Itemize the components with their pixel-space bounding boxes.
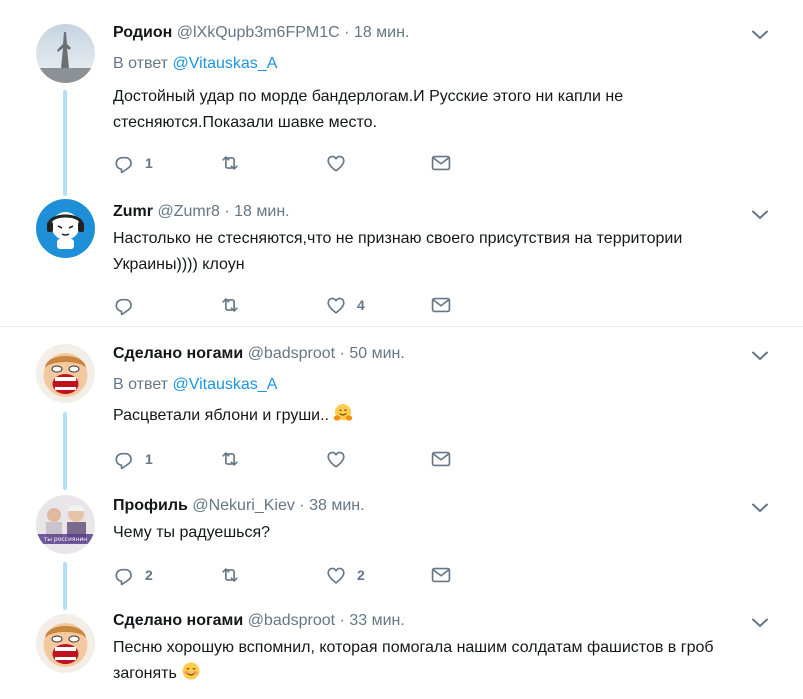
reply-icon <box>113 294 135 316</box>
author-name[interactable]: Zumr <box>113 203 153 220</box>
hugging-face-emoji <box>334 404 353 421</box>
timestamp[interactable]: 18 мин. <box>234 203 289 220</box>
timestamp[interactable]: 38 мин. <box>309 497 364 514</box>
tweet-text: Песню хорошую вспомнил, которая помогала… <box>113 639 714 682</box>
reply-context: В ответ @Vitauskas_A <box>113 54 277 74</box>
like-icon <box>325 564 347 586</box>
retweet-icon <box>219 564 241 586</box>
like-icon <box>325 294 347 316</box>
chevron-down-icon[interactable] <box>751 29 769 41</box>
reply-count: 1 <box>145 451 153 467</box>
author-name[interactable]: Профиль <box>113 497 188 514</box>
like-icon <box>325 448 347 470</box>
reply-prefix: В ответ <box>113 55 169 72</box>
reply-icon <box>113 448 135 470</box>
tweet[interactable]: Сделано ногами @badsproot · 50 мин. В от… <box>0 327 803 477</box>
avatar[interactable] <box>36 24 95 83</box>
reply-count: 1 <box>145 155 153 171</box>
smiling-face-emoji <box>182 662 200 680</box>
svg-text:ты россиянин: ты россиянин <box>44 536 88 543</box>
dm-icon <box>430 448 452 470</box>
tweet[interactable]: ты россиянин Профиль @Nekuri_Kiev · 38 м… <box>0 477 803 602</box>
reply-icon <box>113 564 135 586</box>
reply-icon <box>113 152 135 174</box>
tweet-actions: 2 2 <box>113 563 473 587</box>
like-count: 4 <box>357 297 365 313</box>
avatar[interactable] <box>36 199 95 258</box>
author-name[interactable]: Сделано ногами <box>113 345 243 362</box>
like-button[interactable]: 4 <box>325 293 365 317</box>
like-button[interactable] <box>325 447 357 471</box>
reply-button[interactable]: 2 <box>113 563 153 587</box>
author-name[interactable]: Сделано ногами <box>113 612 243 629</box>
retweet-button[interactable] <box>219 447 251 471</box>
dm-button[interactable] <box>430 563 452 587</box>
chevron-down-icon[interactable] <box>751 502 769 514</box>
author-name[interactable]: Родион <box>113 24 172 41</box>
tweet-actions: 1 <box>113 447 473 471</box>
reply-mention[interactable]: @Vitauskas_A <box>172 55 277 72</box>
reply-context: В ответ @Vitauskas_A <box>113 375 277 395</box>
tweet-text: Настолько не стесняются,что не признаю с… <box>113 230 683 273</box>
like-button[interactable]: 2 <box>325 563 365 587</box>
dm-icon <box>430 564 452 586</box>
avatar[interactable] <box>36 344 95 403</box>
timestamp[interactable]: 33 мин. <box>349 612 404 629</box>
chevron-down-icon[interactable] <box>751 617 769 629</box>
retweet-icon <box>219 152 241 174</box>
chevron-down-icon[interactable] <box>751 209 769 221</box>
tweet-actions: 1 <box>113 151 473 175</box>
like-icon <box>325 152 347 174</box>
tweet-text: Чему ты радуешься? <box>113 524 271 541</box>
dm-button[interactable] <box>430 293 452 317</box>
separator-dot: · <box>344 24 350 41</box>
author-handle[interactable]: @badsproot <box>248 345 335 362</box>
retweet-button[interactable] <box>219 293 251 317</box>
timestamp[interactable]: 18 мин. <box>354 24 409 41</box>
retweet-button[interactable] <box>219 563 251 587</box>
separator-dot: · <box>299 497 305 514</box>
tweet-actions: 4 <box>113 293 473 317</box>
like-button[interactable] <box>325 151 357 175</box>
author-handle[interactable]: @lXkQupb3m6FPM1C <box>177 24 340 41</box>
separator-dot: · <box>339 612 345 629</box>
reply-mention[interactable]: @Vitauskas_A <box>172 376 277 393</box>
tweet-text: Достойный удар по морде бандерлогам.И Ру… <box>113 88 624 131</box>
separator-dot: · <box>339 345 345 362</box>
reply-button[interactable]: 1 <box>113 151 153 175</box>
tweet[interactable]: Сделано ногами @badsproot · 33 мин. Песн… <box>0 602 803 699</box>
chevron-down-icon[interactable] <box>751 350 769 362</box>
author-handle[interactable]: @Nekuri_Kiev <box>192 497 295 514</box>
timestamp[interactable]: 50 мин. <box>349 345 404 362</box>
avatar[interactable] <box>36 614 95 673</box>
like-count: 2 <box>357 567 365 583</box>
dm-button[interactable] <box>430 151 452 175</box>
author-handle[interactable]: @badsproot <box>248 612 335 629</box>
tweet-text-container: Расцветали яблони и груши.. <box>113 403 768 429</box>
dm-icon <box>430 294 452 316</box>
author-handle[interactable]: @Zumr8 <box>157 203 219 220</box>
reply-prefix: В ответ <box>113 376 169 393</box>
tweet-text: Расцветали яблони и груши.. <box>113 407 329 424</box>
retweet-button[interactable] <box>219 151 251 175</box>
dm-icon <box>430 152 452 174</box>
tweet-text-container: Песню хорошую вспомнил, которая помогала… <box>113 635 768 687</box>
reply-button[interactable] <box>113 293 145 317</box>
reply-count: 2 <box>145 567 153 583</box>
tweet[interactable]: Родион @lXkQupb3m6FPM1C · 18 мин. В отве… <box>0 0 803 198</box>
dm-button[interactable] <box>430 447 452 471</box>
avatar[interactable]: ты россиянин <box>36 495 95 554</box>
retweet-icon <box>219 448 241 470</box>
separator-dot: · <box>224 203 230 220</box>
tweet[interactable]: Zumr @Zumr8 · 18 мин. Настолько не стесн… <box>0 198 803 326</box>
reply-button[interactable]: 1 <box>113 447 153 471</box>
retweet-icon <box>219 294 241 316</box>
